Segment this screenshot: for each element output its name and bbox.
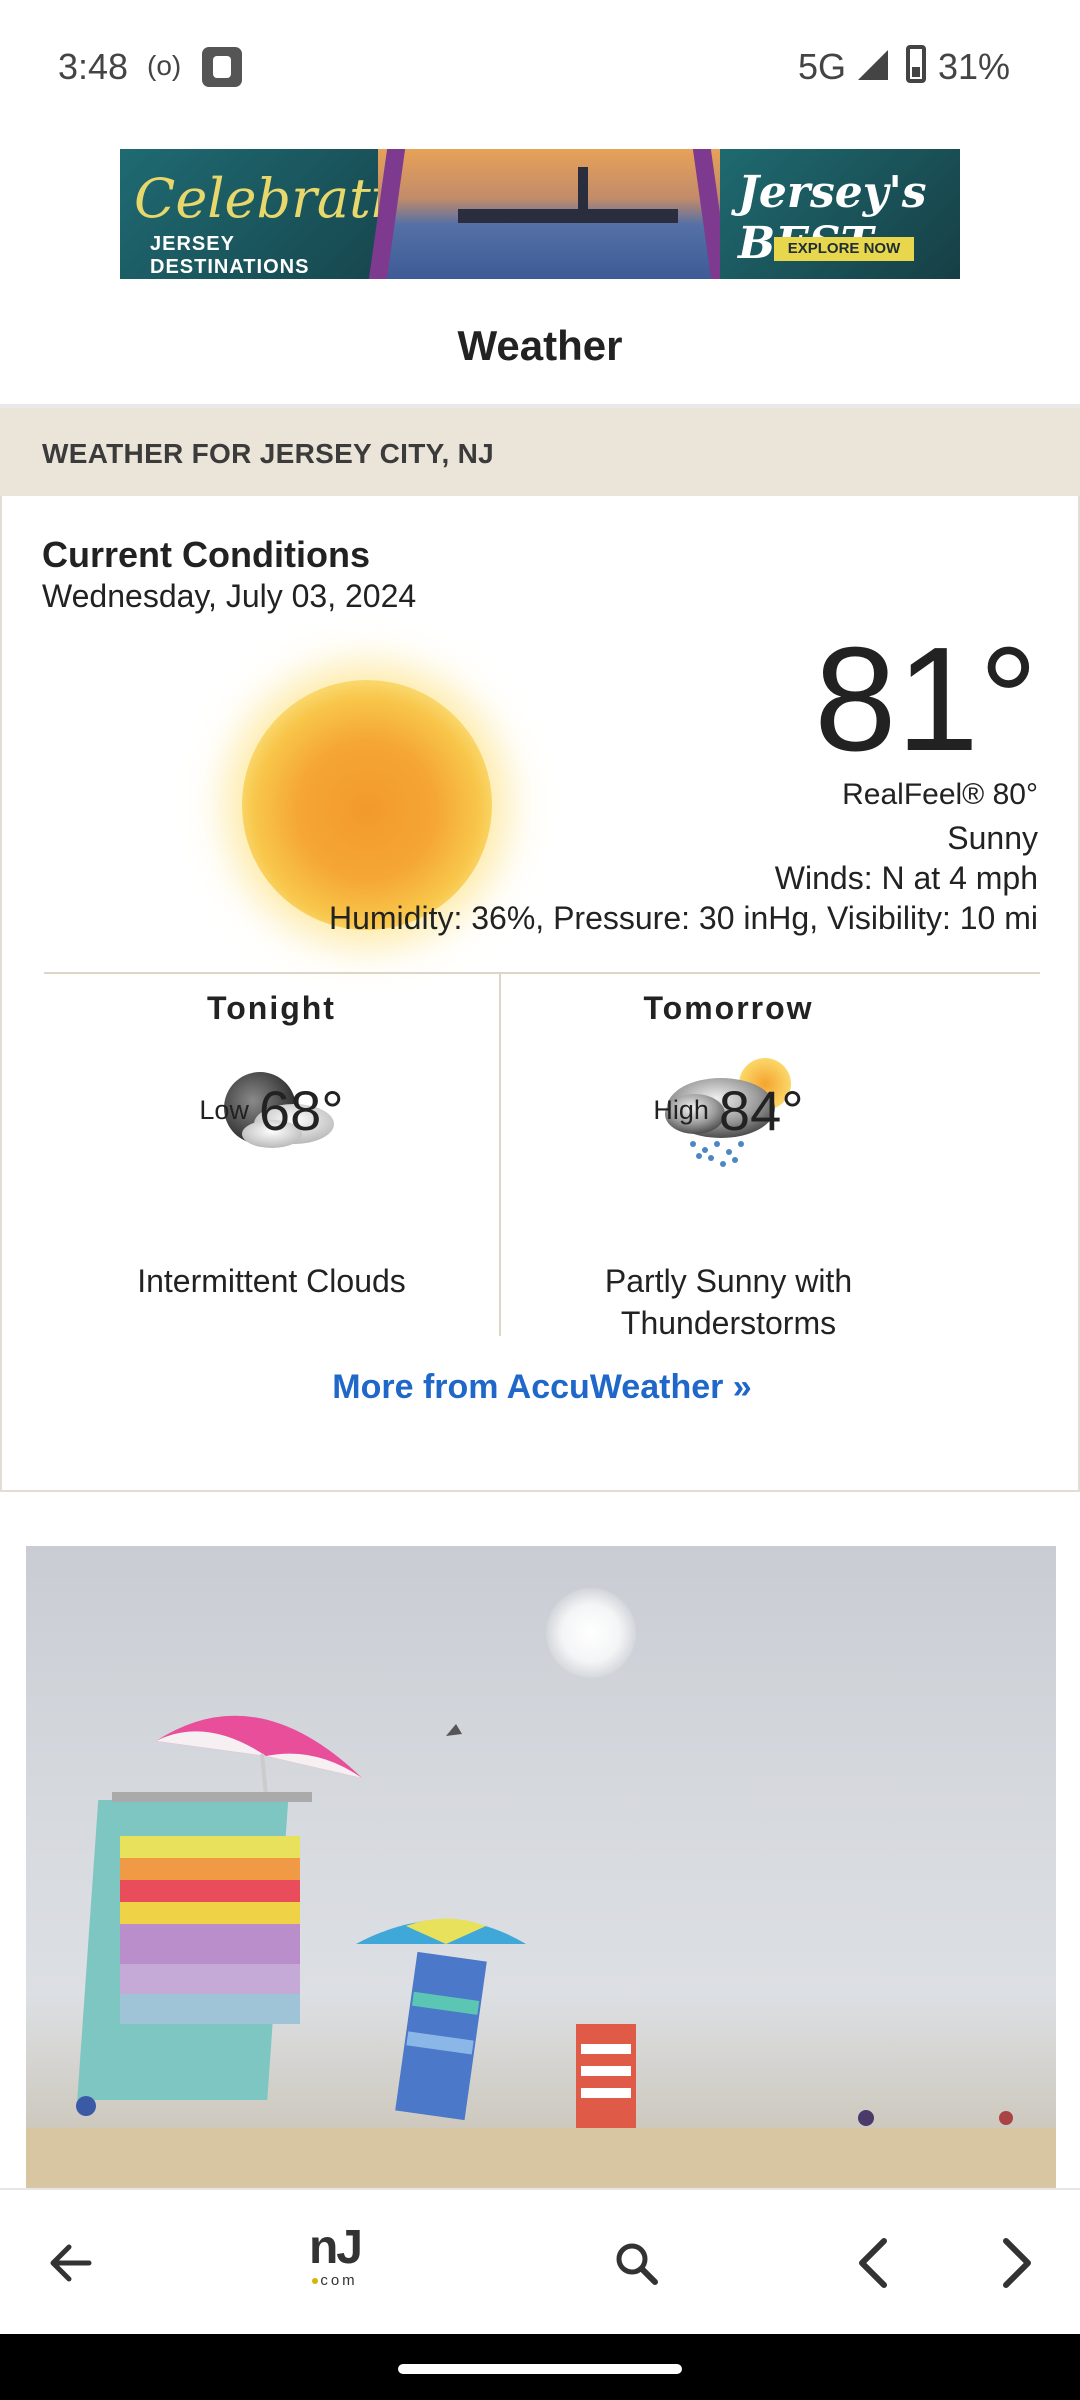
nj-logo-icon[interactable]: nJ com [300, 2224, 370, 2294]
logo-main-text: nJ [308, 2221, 363, 2274]
forecast-title: Tomorrow [643, 990, 814, 1026]
chevron-right-icon[interactable] [976, 2190, 1056, 2336]
battery-icon [906, 45, 926, 83]
beach-scene-photo[interactable] [26, 1546, 1056, 2188]
details-text: Humidity: 36%, Pressure: 30 inHg, Visibi… [328, 900, 1038, 936]
lighthouse-icon [578, 167, 588, 213]
signal-icon [858, 50, 888, 80]
notification-app-icon [202, 47, 242, 87]
ad-banner[interactable]: Celebrating JERSEY DESTINATIONS Jersey's… [120, 149, 960, 279]
forecast-temp-value: 68° [258, 1079, 344, 1142]
current-conditions-title: Current Conditions [42, 534, 370, 575]
current-temperature: 81° [814, 617, 1038, 782]
realfeel-text: RealFeel® 80° [842, 778, 1038, 811]
status-bar: 3:48 (o) 5G 31% [0, 0, 1080, 135]
home-gesture-pill[interactable] [398, 2364, 682, 2374]
location-header: WEATHER FOR JERSEY CITY, NJ [0, 408, 1080, 496]
forecast-description: Partly Sunny with Thunderstorms [604, 1263, 853, 1341]
current-date: Wednesday, July 03, 2024 [42, 578, 417, 614]
condition-text: Sunny [947, 820, 1038, 856]
winds-text: Winds: N at 4 mph [774, 860, 1038, 896]
bottom-navigation: nJ com [0, 2188, 1080, 2334]
ad-left-panel: Celebrating JERSEY DESTINATIONS [120, 149, 457, 279]
forecast-temp-value: 84° [718, 1079, 804, 1142]
forecast-temp-row: High 84° [501, 1078, 956, 1143]
forecast-description: Intermittent Clouds [137, 1263, 406, 1299]
radio-icon: (o) [147, 50, 182, 81]
chevron-left-icon[interactable] [834, 2190, 914, 2336]
search-icon[interactable] [596, 2190, 676, 2336]
back-arrow-icon[interactable] [30, 2190, 110, 2336]
weather-card: Current Conditions Wednesday, July 03, 2… [0, 496, 1080, 1492]
sun-icon [242, 680, 492, 930]
forecast-temp-label: Low [199, 1095, 249, 1125]
ad-right-panel: Jersey's BEST EXPLORE NOW [720, 149, 960, 279]
location-header-text: WEATHER FOR JERSEY CITY, NJ [42, 438, 495, 469]
beach-sand [26, 2128, 1056, 2188]
logo-sub-text: com [300, 2272, 370, 2290]
ad-photo-lighthouse [368, 149, 730, 279]
battery-percent: 31% [938, 46, 1011, 87]
ad-subtitle: JERSEY DESTINATIONS [150, 233, 310, 278]
ad-shoreline [458, 209, 678, 223]
network-type: 5G [798, 46, 847, 87]
page-title: Weather [457, 322, 623, 369]
forecast-temp-label: High [653, 1095, 709, 1125]
forecast-title: Tonight [207, 990, 336, 1026]
more-accuweather-link[interactable]: More from AccuWeather » [2, 1368, 1080, 1407]
status-time: 3:48 [58, 46, 129, 87]
ad-explore-button[interactable]: EXPLORE NOW [774, 237, 914, 261]
beach-umbrellas-illustration [76, 1715, 1013, 2134]
forecast-temp-row: Low 68° [44, 1078, 499, 1143]
forecast-tonight: Tonight Low 68° Intermittent Clouds [44, 972, 499, 1336]
forecast-tomorrow: Tomorrow High 84° Partly Sunny with Thun… [501, 972, 956, 1341]
gesture-bar [0, 2334, 1080, 2400]
